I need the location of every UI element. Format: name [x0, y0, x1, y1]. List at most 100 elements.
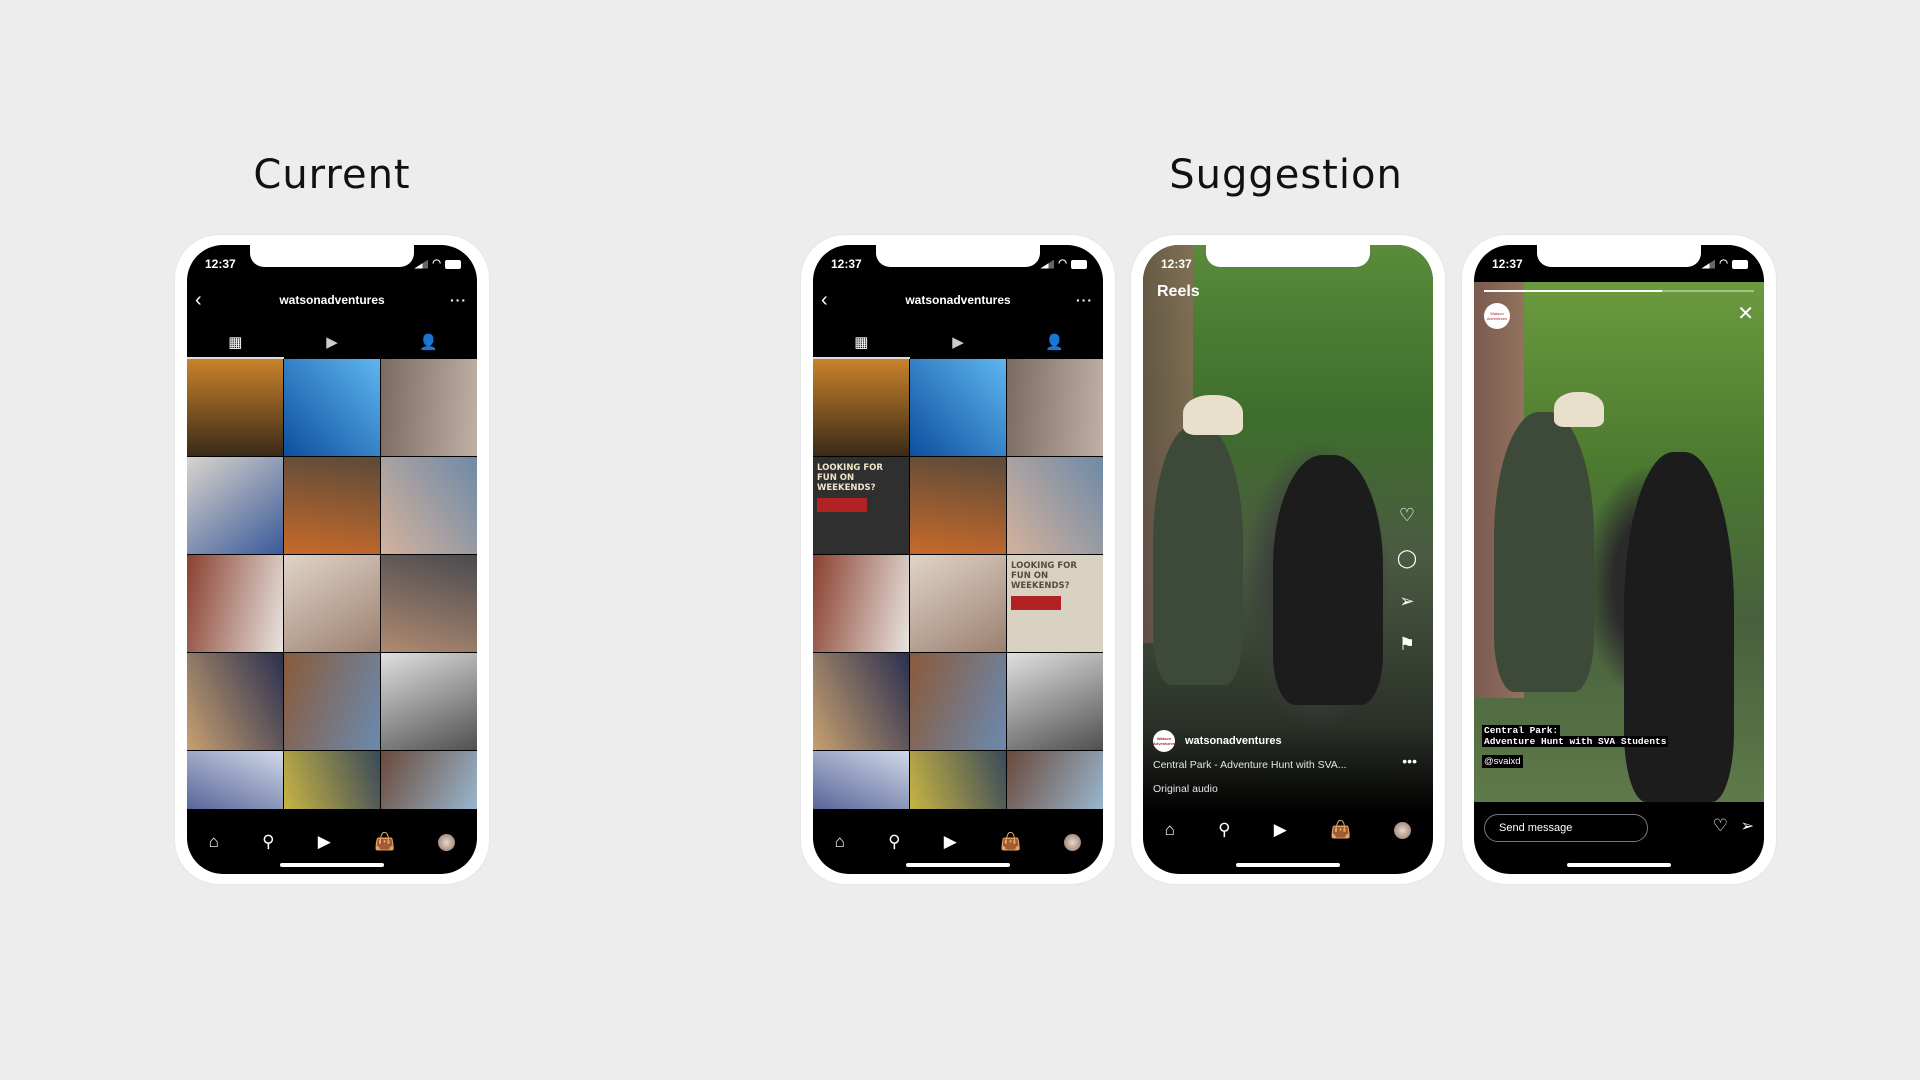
comment-icon[interactable]: ◯: [1397, 548, 1417, 569]
home-icon[interactable]: ⌂: [835, 832, 845, 852]
send-icon[interactable]: ➢: [1741, 816, 1754, 836]
story-image[interactable]: [1474, 282, 1764, 802]
signal-icon: [414, 259, 429, 269]
grid-post[interactable]: [910, 457, 1006, 554]
grid-post[interactable]: [284, 555, 380, 652]
reel-audio[interactable]: Original audio: [1153, 783, 1218, 795]
story-caption: Central Park: Adventure Hunt with SVA St…: [1482, 725, 1669, 747]
grid-post[interactable]: [187, 555, 283, 652]
reel-video[interactable]: [1143, 245, 1433, 814]
shop-icon[interactable]: 👜: [1000, 832, 1021, 852]
grid-post[interactable]: [284, 653, 380, 750]
tab-grid-icon[interactable]: ▦: [813, 331, 910, 359]
grid-post[interactable]: [284, 457, 380, 554]
bottom-nav: ⌂ ⚲ ▶ 👜: [1143, 817, 1433, 843]
reel-actions: ♡ ◯ ➢ ⚑: [1397, 505, 1417, 655]
grid-post[interactable]: [381, 653, 477, 750]
notch: [1537, 245, 1701, 267]
profile-username: watsonadventures: [279, 293, 385, 307]
grid-post[interactable]: [1007, 457, 1103, 554]
bookmark-icon[interactable]: ⚑: [1399, 634, 1415, 655]
grid-post[interactable]: [1007, 359, 1103, 456]
grid-post[interactable]: [1007, 653, 1103, 750]
reel-author[interactable]: Watson Adventures watsonadventures: [1153, 730, 1282, 752]
search-icon[interactable]: ⚲: [1218, 820, 1230, 840]
notch: [876, 245, 1040, 267]
home-icon[interactable]: ⌂: [209, 832, 219, 852]
heart-icon[interactable]: ♡: [1713, 816, 1728, 836]
poster-text: LOOKING FOR FUN ON WEEKENDS?: [1011, 561, 1077, 591]
grid-post[interactable]: [813, 751, 909, 809]
clock: 12:37: [831, 257, 862, 271]
heart-icon[interactable]: ♡: [1399, 505, 1415, 526]
caption-line-2: Adventure Hunt with SVA Students: [1482, 736, 1669, 747]
grid-post[interactable]: [381, 555, 477, 652]
search-icon[interactable]: ⚲: [888, 832, 900, 852]
grid-post[interactable]: [381, 751, 477, 809]
watson-logo-avatar: Watson Adventures: [1153, 730, 1175, 752]
back-icon[interactable]: ‹: [195, 288, 202, 312]
home-indicator: [1567, 863, 1671, 867]
profile-tabs: ▦ ▶ 👤: [187, 331, 477, 359]
grid-post[interactable]: [381, 359, 477, 456]
more-icon[interactable]: •••: [1402, 753, 1417, 769]
send-message-input[interactable]: Send message: [1484, 814, 1648, 842]
reels-icon[interactable]: ▶: [1274, 820, 1287, 840]
grid-post[interactable]: [187, 457, 283, 554]
profile-screen: 12:37 ◠ ‹ watsonadventures ··· ▦ ▶ 👤 LOOKING…: [813, 245, 1103, 874]
grid-post[interactable]: [910, 751, 1006, 809]
mention-tag[interactable]: @svaixd: [1482, 755, 1523, 768]
wifi-icon: ◠: [1719, 258, 1728, 269]
share-icon[interactable]: ➢: [1399, 591, 1414, 612]
shop-icon[interactable]: 👜: [1330, 820, 1351, 840]
home-icon[interactable]: ⌂: [1165, 820, 1175, 840]
grid-post[interactable]: [284, 751, 380, 809]
home-indicator: [280, 863, 384, 867]
tab-grid-icon[interactable]: ▦: [187, 331, 284, 359]
grid-post[interactable]: [910, 555, 1006, 652]
grid-post[interactable]: [187, 751, 283, 809]
grid-post[interactable]: [813, 359, 909, 456]
reels-icon[interactable]: ▶: [318, 832, 331, 852]
wifi-icon: ◠: [432, 258, 441, 269]
post-grid: LOOKING FOR FUN ON WEEKENDS? LOOKING FOR …: [813, 359, 1103, 809]
tab-reels-icon[interactable]: ▶: [284, 331, 381, 359]
grid-post[interactable]: [813, 555, 909, 652]
battery-icon: [1071, 259, 1087, 269]
grid-post[interactable]: [381, 457, 477, 554]
grid-post[interactable]: [187, 359, 283, 456]
more-icon[interactable]: ···: [1076, 288, 1093, 312]
grid-post[interactable]: [910, 653, 1006, 750]
grid-post-poster[interactable]: LOOKING FOR FUN ON WEEKENDS?: [813, 457, 909, 554]
reel-caption[interactable]: Central Park - Adventure Hunt with SVA..…: [1153, 759, 1347, 771]
phone-suggestion-profile: 12:37 ◠ ‹ watsonadventures ··· ▦ ▶ 👤 LOOKING…: [801, 235, 1115, 884]
grid-post-poster[interactable]: LOOKING FOR FUN ON WEEKENDS?: [1007, 555, 1103, 652]
reel-username[interactable]: watsonadventures: [1185, 735, 1282, 747]
more-icon[interactable]: ···: [450, 288, 467, 312]
tab-tagged-icon[interactable]: 👤: [1006, 331, 1103, 359]
close-icon[interactable]: ✕: [1737, 301, 1754, 326]
profile-avatar[interactable]: [1064, 833, 1082, 851]
tab-reels-icon[interactable]: ▶: [910, 331, 1007, 359]
tab-tagged-icon[interactable]: 👤: [380, 331, 477, 359]
reels-label: Reels: [1157, 283, 1200, 300]
clock: 12:37: [1161, 257, 1192, 271]
grid-post[interactable]: [187, 653, 283, 750]
phone-suggestion-story: 12:37 ◠ Watson Adventures ✕ Central Park…: [1462, 235, 1776, 884]
profile-header: ‹ watsonadventures ···: [187, 288, 477, 312]
grid-post[interactable]: [284, 359, 380, 456]
signal-icon: [1040, 259, 1055, 269]
grid-post[interactable]: [1007, 751, 1103, 809]
search-icon[interactable]: ⚲: [262, 832, 274, 852]
profile-avatar[interactable]: [1394, 821, 1412, 839]
notch: [250, 245, 414, 267]
shop-icon[interactable]: 👜: [374, 832, 395, 852]
grid-post[interactable]: [910, 359, 1006, 456]
watson-logo-avatar[interactable]: Watson Adventures: [1484, 303, 1510, 329]
clock: 12:37: [1492, 257, 1523, 271]
profile-avatar[interactable]: [438, 833, 456, 851]
reels-icon[interactable]: ▶: [944, 832, 957, 852]
grid-post[interactable]: [813, 653, 909, 750]
post-grid: [187, 359, 477, 809]
back-icon[interactable]: ‹: [821, 288, 828, 312]
